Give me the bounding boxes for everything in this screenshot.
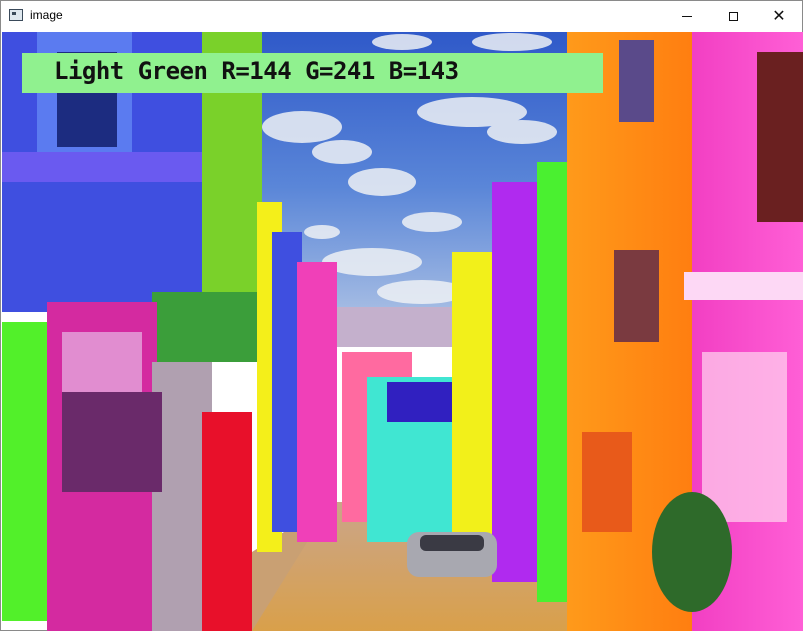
- pink-strip: [297, 262, 337, 542]
- maximize-button[interactable]: [710, 1, 756, 31]
- street-photo: [2, 32, 803, 631]
- image-canvas[interactable]: Light Green R=144 G=241 B=143: [2, 32, 803, 631]
- image-window: image ✕ Light Green R=144 G=241 B=143: [0, 0, 803, 631]
- pink-cornice: [684, 272, 803, 300]
- app-window-icon: [9, 9, 23, 21]
- distant-city: [332, 307, 462, 347]
- color-label-box: Light Green R=144 G=241 B=143: [22, 53, 603, 93]
- left-grille: [62, 332, 142, 402]
- title-bar[interactable]: image ✕: [1, 1, 802, 31]
- close-button[interactable]: ✕: [756, 1, 802, 31]
- orange-top-window: [619, 40, 654, 122]
- maximize-icon: [728, 11, 738, 21]
- hanging-clothes: [62, 392, 162, 492]
- minimize-icon: [682, 15, 692, 17]
- car-windshield: [420, 535, 484, 551]
- window-title: image: [30, 8, 63, 22]
- purple-house: [492, 182, 542, 582]
- color-label-text: Light Green R=144 G=241 B=143: [54, 57, 459, 85]
- red-wall: [202, 412, 252, 631]
- yellow-house: [452, 252, 497, 552]
- orange-mid-window: [614, 250, 659, 342]
- orange-lower-grille: [582, 432, 632, 532]
- minimize-button[interactable]: [664, 1, 710, 31]
- tree: [652, 492, 732, 612]
- left-balcony: [2, 152, 232, 182]
- pink-grille: [702, 352, 787, 522]
- cyan-house-roof: [387, 382, 457, 422]
- close-icon: ✕: [772, 6, 786, 25]
- pink-top-window: [757, 52, 803, 222]
- green-balcony: [152, 292, 262, 362]
